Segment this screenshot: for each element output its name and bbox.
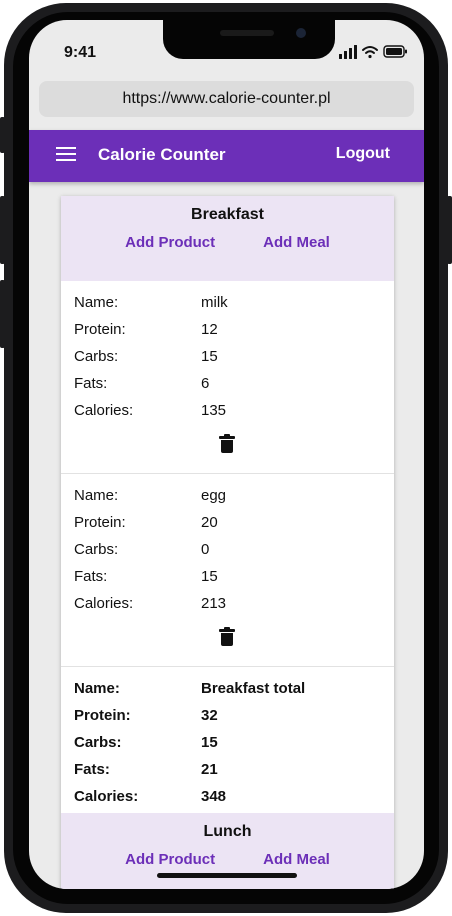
product-item: Name: egg Protein: 20 Carbs: 0 Fats: 15 Calo… <box>61 474 394 667</box>
total-calories-row: Calories: 348 <box>74 783 394 810</box>
app-bar: Calorie Counter Logout <box>29 130 424 182</box>
product-name: egg <box>201 487 227 504</box>
carbs-row: Carbs: 0 <box>74 536 394 563</box>
volume-down-button <box>0 280 5 348</box>
total-calories-value: 348 <box>201 788 227 805</box>
app-title: Calorie Counter <box>98 145 226 164</box>
meal-title: Lunch <box>203 823 252 840</box>
calories-label: Calories: <box>74 788 139 805</box>
protein-label: Protein: <box>74 707 131 724</box>
protein-row: Protein: 20 <box>74 509 394 536</box>
name-label: Name: <box>74 294 119 311</box>
hamburger-icon[interactable] <box>56 147 76 165</box>
calories-value: 213 <box>201 595 227 612</box>
cellular-signal-icon <box>339 45 357 59</box>
speaker <box>220 30 274 36</box>
add-product-button[interactable]: Add Product <box>125 234 215 251</box>
status-time: 9:41 <box>64 44 97 61</box>
status-icons <box>339 44 409 60</box>
carbs-label: Carbs: <box>74 541 119 558</box>
total-fats-value: 21 <box>201 761 218 778</box>
home-indicator[interactable] <box>157 873 297 878</box>
fats-label: Fats: <box>74 761 110 778</box>
carbs-value: 15 <box>201 348 218 365</box>
meal-actions: Add Product Add Meal <box>61 851 394 868</box>
fats-label: Fats: <box>74 375 108 392</box>
fats-row: Fats: 15 <box>74 563 394 590</box>
total-name-row: Name: Breakfast total <box>74 675 394 702</box>
carbs-row: Carbs: 15 <box>74 343 394 370</box>
product-item: Name: milk Protein: 12 Carbs: 15 Fats: 6 Cal… <box>61 281 394 474</box>
fats-row: Fats: 6 <box>74 370 394 397</box>
calories-row: Calories: 135 <box>74 397 394 424</box>
protein-value: 12 <box>201 321 218 338</box>
breakfast-header: Breakfast Add Product Add Meal <box>61 196 394 281</box>
add-meal-button[interactable]: Add Meal <box>263 234 330 251</box>
trash-icon[interactable] <box>219 627 235 646</box>
total-fats-row: Fats: 21 <box>74 756 394 783</box>
total-carbs-row: Carbs: 15 <box>74 729 394 756</box>
carbs-label: Carbs: <box>74 734 122 751</box>
add-meal-button[interactable]: Add Meal <box>263 851 330 868</box>
notch <box>163 20 335 59</box>
trash-icon[interactable] <box>219 434 235 453</box>
battery-icon <box>383 45 407 58</box>
logout-button[interactable]: Logout <box>336 145 390 163</box>
fats-label: Fats: <box>74 568 108 585</box>
wifi-icon <box>362 46 378 59</box>
total-carbs-value: 15 <box>201 734 218 751</box>
name-label: Name: <box>74 680 120 697</box>
power-button <box>447 196 452 264</box>
calories-label: Calories: <box>74 595 134 612</box>
mute-switch <box>0 117 5 153</box>
protein-value: 20 <box>201 514 218 531</box>
carbs-label: Carbs: <box>74 348 119 365</box>
protein-row: Protein: 12 <box>74 316 394 343</box>
protein-label: Protein: <box>74 321 126 338</box>
meals-card: Breakfast Add Product Add Meal Name: milk… <box>61 196 394 889</box>
meal-actions: Add Product Add Meal <box>61 234 394 251</box>
product-name-row: Name: milk <box>74 289 394 316</box>
name-label: Name: <box>74 487 119 504</box>
add-product-button[interactable]: Add Product <box>125 851 215 868</box>
total-protein-value: 32 <box>201 707 218 724</box>
carbs-value: 0 <box>201 541 210 558</box>
screen: 9:41 https://www.calorie-counter.pl Calo… <box>29 20 424 889</box>
total-name: Breakfast total <box>201 680 306 697</box>
camera <box>296 28 306 38</box>
total-protein-row: Protein: 32 <box>74 702 394 729</box>
calories-row: Calories: 213 <box>74 590 394 617</box>
protein-label: Protein: <box>74 514 126 531</box>
product-name: milk <box>201 294 228 311</box>
breakfast-total: Name: Breakfast total Protein: 32 Carbs: 15… <box>61 667 394 813</box>
fats-value: 15 <box>201 568 218 585</box>
meal-title: Breakfast <box>191 206 264 223</box>
product-name-row: Name: egg <box>74 482 394 509</box>
calories-label: Calories: <box>74 402 134 419</box>
volume-up-button <box>0 196 5 264</box>
fats-value: 6 <box>201 375 210 392</box>
address-bar[interactable]: https://www.calorie-counter.pl <box>39 81 414 117</box>
calories-value: 135 <box>201 402 227 419</box>
